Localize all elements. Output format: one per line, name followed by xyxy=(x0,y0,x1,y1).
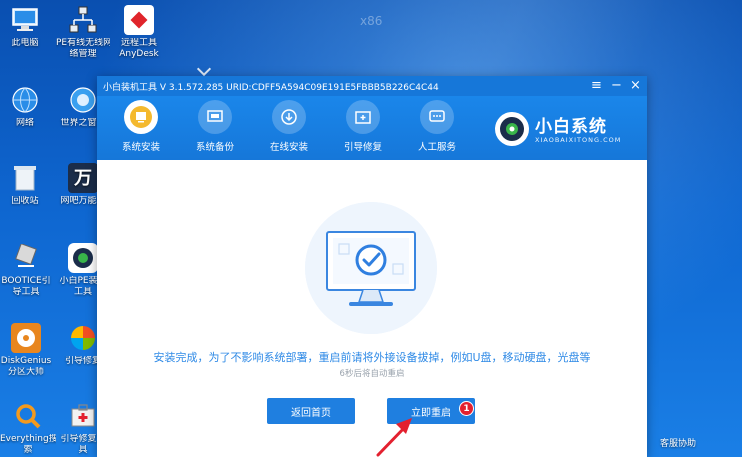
system-install-icon xyxy=(124,100,158,134)
tab-support[interactable]: 人工服务 xyxy=(407,100,467,153)
desktop-icon-label: BOOTICE引 xyxy=(1,276,51,286)
diskgenius-icon xyxy=(11,323,41,353)
desktop-icon-label: AnyDesk xyxy=(119,49,159,59)
tab-label: 系统备份 xyxy=(195,142,234,153)
tab-online-install[interactable]: 在线安装 xyxy=(259,100,319,153)
content-area: 安装完成，为了不影响系统部署，重启前请将外接设备拔掉，例如U盘，移动硬盘，光盘等… xyxy=(97,160,647,457)
window-titlebar[interactable]: 小白装机工具 V 3.1.572.285 URID:CDFF5A594C09E1… xyxy=(97,76,647,96)
install-complete-illustration xyxy=(305,202,437,334)
bootice-icon xyxy=(11,243,41,273)
desktop-icon-recycle-bin[interactable]: 回收站 xyxy=(0,163,50,207)
desktop-icon-label: 索 xyxy=(23,445,33,455)
system-backup-icon xyxy=(198,100,232,134)
computer-icon xyxy=(10,5,40,35)
tab-label: 人工服务 xyxy=(417,142,456,153)
brand-name: 小白系统 xyxy=(535,117,607,137)
recycle-bin-icon xyxy=(10,163,40,193)
desktop-icon-bootice[interactable]: BOOTICE引 导工具 xyxy=(0,243,52,298)
monitor-check-icon xyxy=(305,202,437,334)
app-window: 小白装机工具 V 3.1.572.285 URID:CDFF5A594C09E1… xyxy=(97,76,647,457)
desktop-icon-this-pc[interactable]: 此电脑 xyxy=(0,5,50,49)
back-home-button[interactable]: 返回首页 xyxy=(267,398,355,424)
brand-logo: 小白系统 XIAOBAIXITONG.COM xyxy=(495,110,645,150)
main-toolbar: 系统安装 系统备份 在线安装 引导修复 人工服务 小白系统 XIAOBAIXIT… xyxy=(97,96,647,160)
menu-icon[interactable]: ≡ xyxy=(591,78,602,94)
install-complete-message: 安装完成，为了不影响系统部署，重启前请将外接设备拔掉，例如U盘，移动硬盘，光盘等 xyxy=(153,351,591,364)
boot-repair-icon xyxy=(346,100,380,134)
desktop-icon-label: 回收站 xyxy=(11,196,39,206)
tab-boot-repair[interactable]: 引导修复 xyxy=(333,100,393,153)
network-icon xyxy=(10,85,40,115)
desktop-icon-label: 远程工具 xyxy=(120,38,157,48)
xiaobai-pe-icon xyxy=(68,243,98,273)
close-icon[interactable]: × xyxy=(630,78,641,94)
online-install-icon xyxy=(272,100,306,134)
desktop-icon-label: PE有线无线网 xyxy=(56,38,110,48)
desktop-icon-diskgenius[interactable]: DiskGenius 分区大师 xyxy=(0,323,52,378)
minimize-icon[interactable]: − xyxy=(611,78,622,94)
anydesk-icon xyxy=(124,5,154,35)
network-manager-icon xyxy=(68,5,98,35)
customer-helper-label[interactable]: 客服协助 xyxy=(660,436,696,449)
tab-label: 系统安装 xyxy=(121,142,160,153)
boot-repair-icon xyxy=(68,323,98,353)
desktop-icon-label: DiskGenius xyxy=(0,356,52,366)
desktop-icon-label: 网络 xyxy=(15,118,34,128)
desktop-icon-label: 导工具 xyxy=(12,287,40,297)
desktop-icon-label: 络管理 xyxy=(69,49,97,59)
browser-icon xyxy=(68,85,98,115)
desktop-icon-label: Everything搜 xyxy=(0,434,56,444)
desktop-icon-label: 此电脑 xyxy=(11,38,39,48)
desktop-watermark: x86 xyxy=(360,14,383,28)
xiaobai-logo-icon xyxy=(495,112,529,146)
brand-url: XIAOBAIXITONG.COM xyxy=(535,136,622,144)
desktop-icon-label: 分区大师 xyxy=(7,367,44,377)
arrow-pointer-icon xyxy=(376,418,412,457)
desktop-icon-everything[interactable]: Everything搜 索 xyxy=(0,401,56,456)
desktop-icon-network[interactable]: 网络 xyxy=(0,85,50,129)
window-title: 小白装机工具 V 3.1.572.285 URID:CDFF5A594C09E1… xyxy=(103,82,439,93)
tab-system-install[interactable]: 系统安装 xyxy=(111,100,171,153)
desktop-icon-anydesk[interactable]: 远程工具 AnyDesk xyxy=(114,5,164,60)
desktop-icon-pe-network[interactable]: PE有线无线网 络管理 xyxy=(56,5,110,60)
everything-icon xyxy=(13,401,43,431)
tab-system-backup[interactable]: 系统备份 xyxy=(185,100,245,153)
tab-label: 在线安装 xyxy=(269,142,308,153)
restart-countdown: 6秒后将自动重启 xyxy=(339,369,405,379)
driver-icon: 万 xyxy=(68,163,98,193)
boot-repair-tool-icon xyxy=(68,401,98,431)
tab-label: 引导修复 xyxy=(343,142,382,153)
support-chat-icon xyxy=(420,100,454,134)
step-badge: 1 xyxy=(459,401,474,416)
